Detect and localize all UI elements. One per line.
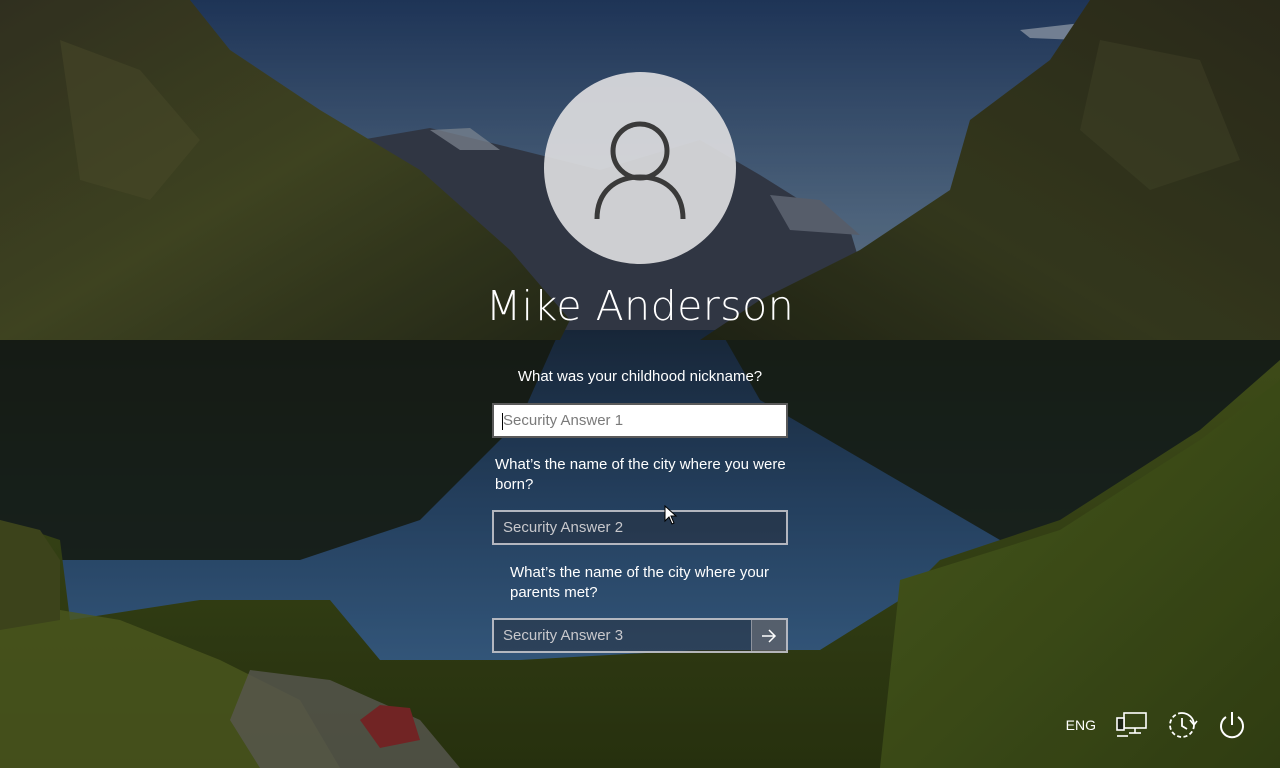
security-answer-1-input[interactable] (494, 405, 786, 436)
network-icon[interactable] (1116, 710, 1148, 740)
user-avatar (544, 72, 736, 264)
security-answer-3-input[interactable] (494, 620, 751, 651)
security-answer-2-input[interactable] (494, 512, 786, 543)
security-question-3: What’s the name of the city where your p… (510, 564, 770, 601)
system-tray: ENG (1066, 710, 1248, 740)
user-silhouette-icon (594, 121, 686, 220)
user-name: Mike Anderson (485, 282, 795, 330)
power-icon[interactable] (1216, 710, 1248, 740)
security-answer-1-field[interactable] (492, 403, 788, 438)
security-answer-2-field[interactable] (492, 510, 788, 545)
language-indicator[interactable]: ENG (1066, 717, 1096, 733)
submit-button[interactable] (751, 620, 786, 651)
security-question-1: What was your childhood nickname? (517, 368, 763, 385)
arrow-right-icon (762, 628, 777, 643)
ease-of-access-icon[interactable] (1166, 710, 1198, 740)
security-answer-3-field[interactable] (492, 618, 788, 653)
mouse-cursor (664, 505, 678, 525)
lock-screen: Mike Anderson What was your childhood ni… (0, 0, 1280, 768)
security-question-2: What’s the name of the city where you we… (495, 456, 786, 493)
text-caret (502, 413, 503, 430)
